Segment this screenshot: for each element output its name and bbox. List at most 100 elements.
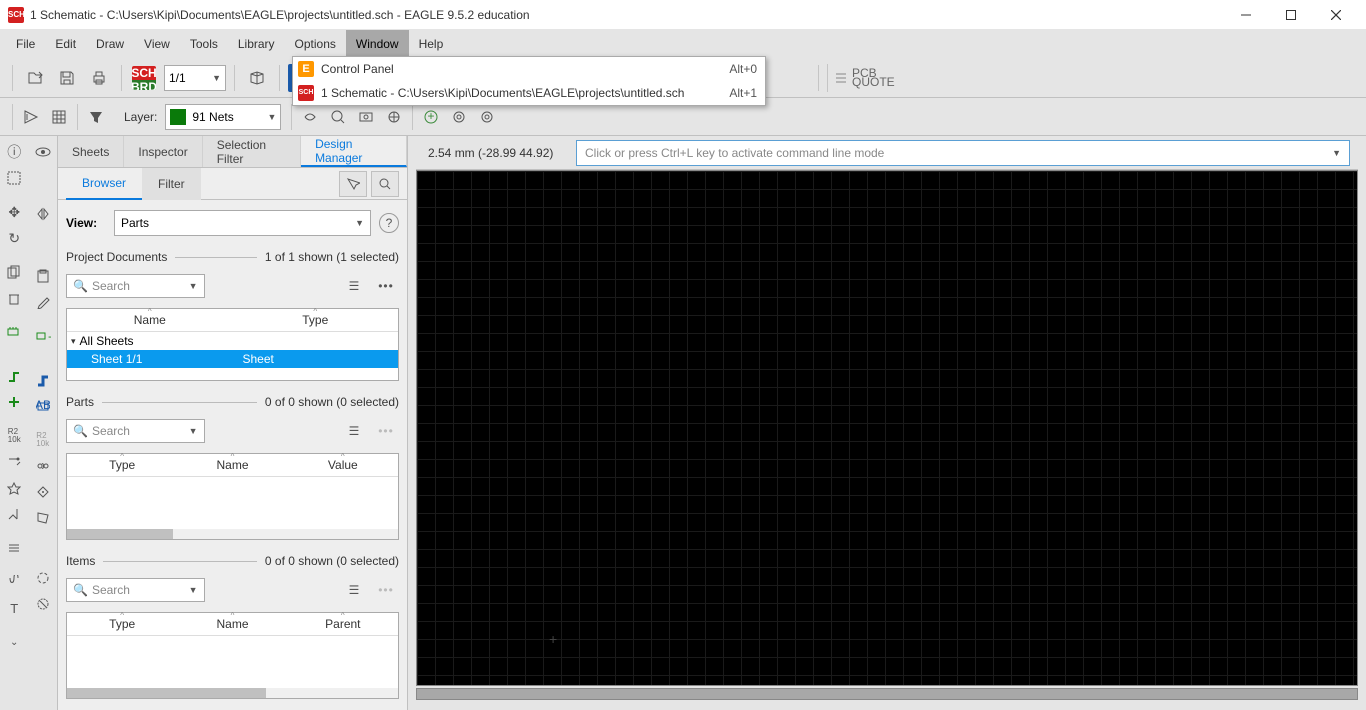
subtab-filter[interactable]: Filter [142, 168, 201, 200]
gateswap-tool[interactable] [31, 454, 55, 478]
dimension-tool[interactable] [2, 570, 26, 594]
add-part-tool[interactable] [2, 320, 26, 344]
library-button[interactable] [243, 64, 271, 92]
settings-tool-2[interactable] [473, 103, 501, 131]
menu-window[interactable]: Window [346, 30, 409, 58]
smash-tool[interactable] [2, 476, 26, 500]
view-dropdown[interactable]: Parts▼ [114, 210, 371, 236]
mirror-tool[interactable] [31, 202, 55, 226]
layer-select[interactable]: 91 Nets ▼ [165, 104, 281, 130]
show-tool[interactable] [31, 140, 55, 164]
open-button[interactable] [21, 64, 49, 92]
more-tool[interactable]: ⌄ [2, 630, 26, 654]
tab-inspector[interactable]: Inspector [124, 136, 202, 167]
col-type[interactable]: Type [67, 613, 177, 635]
svg-text:+: + [428, 109, 435, 123]
maximize-button[interactable] [1268, 0, 1313, 30]
window-menu-item[interactable]: EControl PanelAlt+0 [293, 57, 765, 81]
info-tool[interactable]: ⓘ [2, 140, 26, 164]
arc-tool[interactable] [31, 566, 55, 590]
menu-library[interactable]: Library [228, 30, 285, 58]
zoom-tool-1[interactable] [296, 103, 324, 131]
table-row[interactable]: Sheet 1/1Sheet [67, 350, 398, 368]
schematic-canvas[interactable]: + [416, 170, 1358, 686]
menu-help[interactable]: Help [409, 30, 454, 58]
zoom-select-button[interactable] [339, 171, 367, 197]
line-tool[interactable] [2, 502, 26, 526]
col-type[interactable]: Type [67, 454, 177, 476]
pinswap-tool[interactable] [2, 450, 26, 474]
change-tool[interactable] [31, 290, 55, 314]
menu-draw[interactable]: Draw [86, 30, 134, 58]
origin-marker-icon: + [549, 631, 557, 647]
select-tool[interactable] [2, 166, 26, 190]
polygon-tool[interactable] [31, 506, 55, 530]
col-name[interactable]: Name [67, 309, 233, 331]
zoom-fit-button[interactable] [371, 171, 399, 197]
menu-file[interactable]: File [6, 30, 45, 58]
horizontal-scrollbar[interactable] [67, 529, 398, 539]
col-parent[interactable]: Parent [288, 613, 398, 635]
col-name[interactable]: Name [177, 454, 287, 476]
label-tool[interactable]: AB [31, 394, 55, 418]
command-input[interactable]: Click or press Ctrl+L key to activate co… [576, 140, 1350, 166]
menu-options[interactable]: Options [285, 30, 346, 58]
pcb-quote-button[interactable]: PCBQUOTE [827, 64, 901, 92]
attribute-tool[interactable] [31, 480, 55, 504]
layer-label: Layer: [124, 110, 157, 124]
bus-tool[interactable] [31, 368, 55, 392]
value-tool-2[interactable]: R210k [31, 428, 55, 452]
canvas-horizontal-scrollbar[interactable] [416, 688, 1358, 702]
project-docs-search[interactable]: 🔍 Search ▼ [66, 274, 205, 298]
horizontal-scrollbar[interactable] [67, 688, 398, 698]
grid-toggle-2[interactable] [45, 103, 73, 131]
tab-design-manager[interactable]: Design Manager [301, 136, 407, 167]
col-name[interactable]: Name [177, 613, 287, 635]
table-row[interactable]: All Sheets [67, 332, 398, 350]
list-options-button[interactable]: ☰ [341, 578, 367, 602]
paste-tool[interactable] [31, 264, 55, 288]
subtab-browser[interactable]: Browser [66, 168, 142, 200]
items-search[interactable]: 🔍 Search ▼ [66, 578, 205, 602]
tab-sheets[interactable]: Sheets [58, 136, 124, 167]
help-button[interactable]: ? [379, 213, 399, 233]
grid-toggle-1[interactable] [17, 103, 45, 131]
menu-edit[interactable]: Edit [45, 30, 86, 58]
section-parts-head: Parts 0 of 0 shown (0 selected) [66, 395, 399, 409]
minimize-button[interactable] [1223, 0, 1268, 30]
list-options-button[interactable]: ☰ [341, 419, 367, 443]
menu-tools[interactable]: Tools [180, 30, 228, 58]
list-options-button[interactable]: ☰ [341, 274, 367, 298]
split-tool[interactable] [2, 536, 26, 560]
rotate-tool[interactable]: ↻ [2, 226, 26, 250]
filter-button[interactable] [82, 103, 110, 131]
zoom-tool-4[interactable] [380, 103, 408, 131]
junction-tool[interactable] [2, 390, 26, 414]
value-tool-1[interactable]: R210k [2, 424, 26, 448]
tab-selection-filter[interactable]: Selection Filter [203, 136, 301, 167]
more-options-button[interactable]: ••• [373, 274, 399, 298]
menu-view[interactable]: View [134, 30, 180, 58]
sheet-select[interactable]: 1/1▼ [164, 65, 226, 91]
move-tool[interactable]: ✥ [2, 200, 26, 224]
print-button[interactable] [85, 64, 113, 92]
col-value[interactable]: Value [288, 454, 398, 476]
close-button[interactable] [1313, 0, 1358, 30]
replace-tool[interactable]: + [31, 324, 55, 348]
zoom-tool-3[interactable] [352, 103, 380, 131]
erc-tool[interactable]: + [417, 103, 445, 131]
more-options-button[interactable]: ••• [373, 578, 399, 602]
save-button[interactable] [53, 64, 81, 92]
net-tool[interactable] [2, 364, 26, 388]
text-tool[interactable]: T [2, 596, 26, 620]
rect-tool[interactable] [31, 592, 55, 616]
sch-brd-switch[interactable]: SCHBRD [130, 64, 158, 92]
col-type[interactable]: Type [233, 309, 399, 331]
copy-tool[interactable] [2, 260, 26, 284]
more-options-button[interactable]: ••• [373, 419, 399, 443]
zoom-tool-2[interactable] [324, 103, 352, 131]
window-menu-item[interactable]: SCH1 Schematic - C:\Users\Kipi\Documents… [293, 81, 765, 105]
parts-search[interactable]: 🔍 Search ▼ [66, 419, 205, 443]
delete-tool[interactable] [2, 286, 26, 310]
settings-tool-1[interactable] [445, 103, 473, 131]
